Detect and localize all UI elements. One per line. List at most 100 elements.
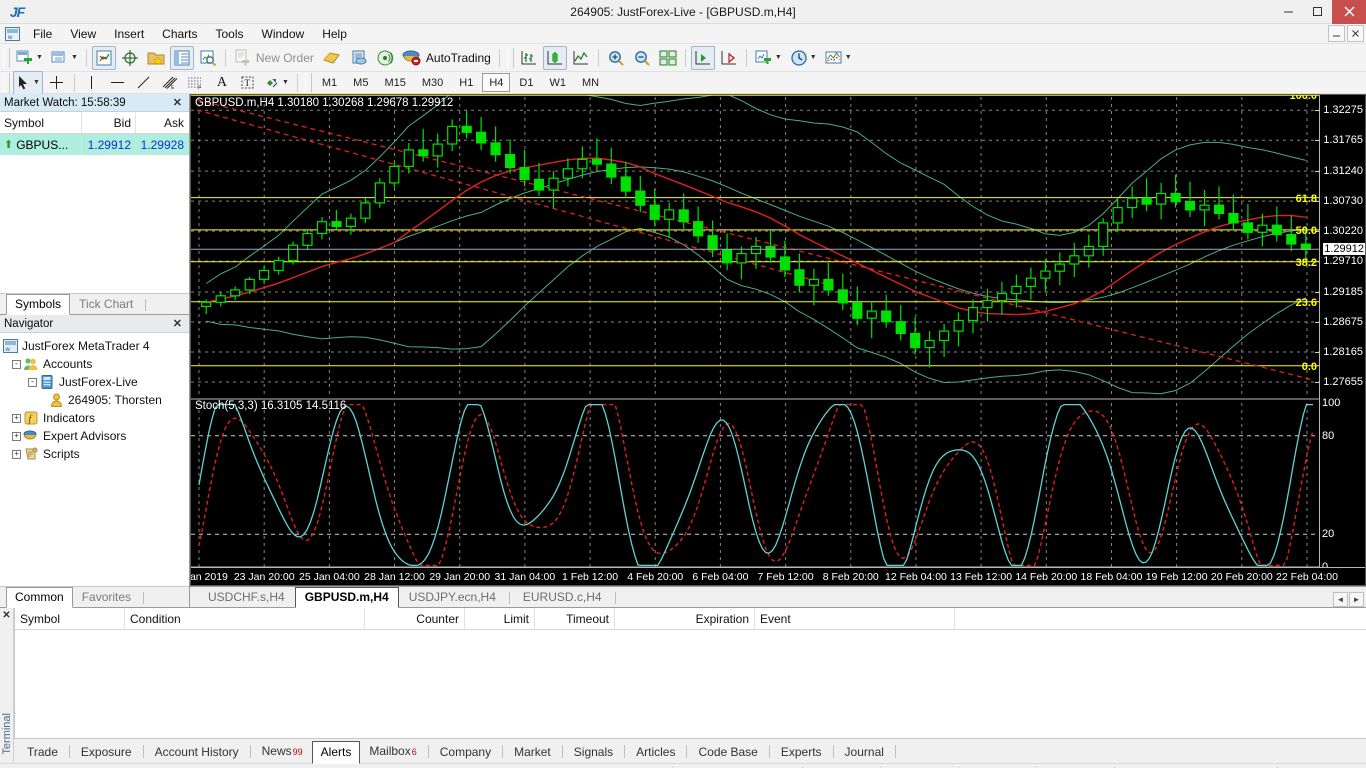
column-header-timeout[interactable]: Timeout — [535, 608, 615, 629]
terminal-tab-news[interactable]: News 99 — [253, 740, 312, 763]
timeframe-w1[interactable]: W1 — [542, 73, 573, 92]
terminal-tab-code-base[interactable]: Code Base — [689, 741, 766, 763]
chart-canvas[interactable] — [191, 95, 1365, 586]
mdi-app-icon[interactable]: w — [0, 26, 24, 41]
text-tool-button[interactable]: A — [210, 71, 234, 95]
chart-window[interactable]: GBPUSD.m,H4 1.30180 1.30268 1.29678 1.29… — [190, 94, 1366, 586]
new-order-button[interactable]: New Order — [231, 46, 317, 70]
terminal-tab-market[interactable]: Market — [505, 741, 560, 763]
auto-scroll-button[interactable] — [690, 45, 715, 70]
terminal-tab-experts[interactable]: Experts — [772, 741, 831, 763]
line-toolbar-grip[interactable] — [3, 72, 10, 93]
timeframe-m5[interactable]: M5 — [346, 73, 375, 92]
column-header-ask[interactable]: Ask — [136, 112, 188, 133]
time-axis[interactable]: 22 Jan 2019 23 Jan 20:0025 Jan 04:00 28 Ja… — [191, 567, 1365, 585]
periods-button[interactable]: ▼ — [787, 46, 820, 70]
indicators-caret-icon[interactable]: ▼ — [775, 54, 782, 61]
toolbar-grip-2[interactable] — [506, 47, 514, 68]
terminal-tab-account-history[interactable]: Account History — [146, 741, 248, 763]
timeframe-mn[interactable]: MN — [575, 73, 606, 92]
timeframe-grip[interactable] — [304, 72, 312, 93]
navigator-tree[interactable]: w JustForex MetaTrader 4 - Accounts - Ju… — [0, 333, 189, 586]
terminal-tab-exposure[interactable]: Exposure — [72, 741, 141, 763]
terminal-tab-alerts[interactable]: Alerts — [311, 741, 361, 764]
cursor-caret-icon[interactable]: ▼ — [33, 79, 40, 86]
templates-caret-icon[interactable]: ▼ — [845, 54, 852, 61]
terminal-tab-articles[interactable]: Articles — [627, 741, 684, 763]
expand-box-icon[interactable]: + — [12, 413, 21, 423]
menu-view[interactable]: View — [61, 24, 105, 44]
tree-node-scripts[interactable]: + Scripts — [2, 445, 187, 463]
terminal-button[interactable] — [169, 45, 194, 70]
vertical-line-tool-button[interactable] — [80, 71, 104, 95]
column-header-limit[interactable]: Limit — [465, 608, 535, 629]
toolbar-grip[interactable] — [3, 47, 10, 68]
shapes-tool-button[interactable]: ▼ — [262, 71, 292, 95]
price-axis[interactable]: 1.32275 1.31765 1.31240 1.30730 1.30220 1.297… — [1315, 95, 1365, 585]
close-icon[interactable]: ✕ — [170, 96, 185, 109]
mdi-restore-button[interactable] — [1328, 25, 1345, 42]
collapse-box-icon[interactable]: - — [28, 377, 37, 387]
market-watch-button[interactable] — [91, 45, 116, 70]
zoom-out-button[interactable] — [630, 46, 654, 70]
collapse-box-icon[interactable]: - — [12, 359, 21, 369]
zoom-in-button[interactable] — [604, 46, 628, 70]
terminal-tab-mailbox[interactable]: Mailbox 6 — [360, 740, 425, 763]
new-chart-caret-icon[interactable]: ▼ — [36, 54, 43, 61]
line-chart-button[interactable] — [569, 46, 593, 70]
expand-box-icon[interactable]: + — [12, 431, 21, 441]
tab-favorites[interactable]: Favorites — [73, 587, 140, 607]
autotrading-button[interactable]: AutoTrading — [399, 46, 494, 70]
profiles-button[interactable]: ▼ — [48, 46, 81, 70]
chart-tab-usdchf[interactable]: USDCHF.s,H4 — [198, 587, 295, 607]
periods-caret-icon[interactable]: ▼ — [810, 54, 817, 61]
timeframe-m30[interactable]: M30 — [415, 73, 450, 92]
chart-tab-usdjpy[interactable]: USDJPY.ecn,H4 — [399, 587, 506, 607]
signals-button[interactable] — [373, 46, 397, 70]
profiles-caret-icon[interactable]: ▼ — [71, 54, 78, 61]
menu-charts[interactable]: Charts — [153, 24, 206, 44]
tab-common[interactable]: Common — [6, 587, 73, 608]
shapes-caret-icon[interactable]: ▼ — [282, 79, 289, 86]
column-header-condition[interactable]: Condition — [125, 608, 365, 629]
timeframe-m15[interactable]: M15 — [377, 73, 412, 92]
close-button[interactable] — [1332, 0, 1366, 24]
terminal-tab-company[interactable]: Company — [431, 741, 500, 763]
close-icon[interactable]: ✕ — [170, 317, 185, 330]
menu-file[interactable]: File — [24, 24, 61, 44]
text-label-tool-button[interactable]: T — [236, 71, 260, 95]
chart-tab-gbpusd[interactable]: GBPUSD.m,H4 — [294, 587, 399, 608]
templates-button[interactable]: ▼ — [822, 46, 855, 70]
expand-box-icon[interactable]: + — [12, 449, 21, 459]
column-header-bid[interactable]: Bid — [82, 112, 136, 133]
timeframe-m1[interactable]: M1 — [315, 73, 344, 92]
tree-node-account[interactable]: 264905: Thorsten — [2, 391, 187, 409]
column-header-event[interactable]: Event — [755, 608, 955, 629]
timeframe-d1[interactable]: D1 — [512, 73, 540, 92]
new-chart-button[interactable]: ▼ — [13, 46, 46, 70]
equidistant-channel-tool-button[interactable]: E — [158, 71, 182, 95]
mdi-close-button[interactable] — [1347, 25, 1364, 42]
horizontal-line-tool-button[interactable] — [106, 71, 130, 95]
navigator-button[interactable] — [144, 46, 168, 70]
chevron-left-icon[interactable]: ◄ — [1333, 592, 1348, 607]
column-header-symbol[interactable]: Symbol — [15, 608, 125, 629]
menu-window[interactable]: Window — [253, 24, 314, 44]
tree-node-root[interactable]: w JustForex MetaTrader 4 — [2, 337, 187, 355]
bar-chart-button[interactable] — [517, 46, 541, 70]
cursor-tool-button[interactable]: ▼ — [13, 70, 43, 95]
terminal-tab-journal[interactable]: Journal — [836, 741, 893, 763]
chart-shift-button[interactable] — [717, 46, 741, 70]
market-watch-grid[interactable]: Symbol Bid Ask ⬆ GBPUS... 1.29912 1.2992… — [0, 112, 189, 293]
column-header-symbol[interactable]: Symbol — [0, 112, 82, 133]
mql5-community-button[interactable] — [347, 46, 371, 70]
close-icon[interactable]: ✕ — [2, 610, 10, 621]
timeframe-h4[interactable]: H4 — [482, 73, 511, 92]
minimize-button[interactable] — [1274, 0, 1303, 24]
tab-symbols[interactable]: Symbols — [6, 294, 71, 315]
menu-insert[interactable]: Insert — [105, 24, 153, 44]
tree-node-server[interactable]: - JustForex-Live — [2, 373, 187, 391]
indicators-button[interactable]: ▼ — [752, 46, 785, 70]
strategy-tester-button[interactable] — [196, 46, 220, 70]
column-header-expiration[interactable]: Expiration — [615, 608, 755, 629]
